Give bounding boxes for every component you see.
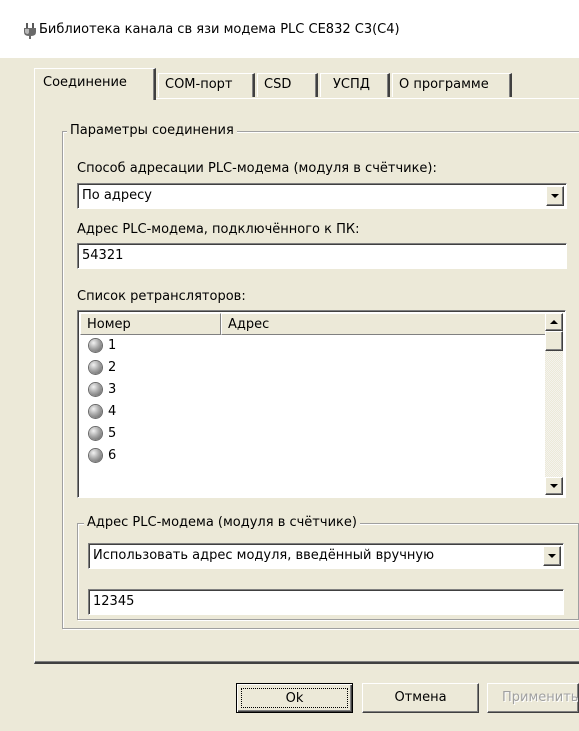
pc-modem-address-label: Адрес PLC-модема, подключённого к ПК: bbox=[77, 222, 360, 237]
status-led-icon bbox=[89, 427, 102, 440]
window-title: Библиотека канала св язи модема PLC CE83… bbox=[39, 22, 400, 37]
status-led-icon bbox=[89, 449, 102, 462]
meter-address-input[interactable]: 12345 bbox=[88, 589, 564, 615]
addressing-method-select[interactable]: По адресу bbox=[77, 183, 567, 209]
addressing-method-value: По адресу bbox=[82, 188, 152, 203]
addressing-method-dropdown-button[interactable] bbox=[546, 186, 564, 206]
repeater-number: 1 bbox=[108, 338, 117, 353]
repeater-number: 6 bbox=[108, 448, 117, 463]
apply-button[interactable]: Применить bbox=[487, 683, 579, 713]
tab-csd[interactable]: CSD bbox=[257, 73, 318, 97]
cancel-button[interactable]: Отмена bbox=[362, 683, 479, 713]
connection-parameters-legend: Параметры соединения bbox=[67, 123, 237, 138]
chevron-down-icon bbox=[548, 554, 556, 558]
repeater-number: 3 bbox=[108, 382, 117, 397]
repeaters-list[interactable]: Номер Адрес 1 2 3 4 5 6 bbox=[77, 310, 566, 498]
status-led-icon bbox=[89, 361, 102, 374]
chevron-down-icon bbox=[550, 484, 558, 488]
pc-modem-address-value: 54321 bbox=[82, 248, 124, 263]
repeaters-list-rows: 1 2 3 4 5 6 bbox=[80, 335, 546, 467]
status-led-icon bbox=[89, 383, 102, 396]
column-header-address[interactable]: Адрес bbox=[221, 313, 546, 335]
repeaters-list-label: Список ретрансляторов: bbox=[77, 289, 246, 304]
status-led-icon bbox=[89, 339, 102, 352]
meter-address-value: 12345 bbox=[93, 594, 135, 609]
repeater-number: 4 bbox=[108, 404, 117, 419]
plug-icon bbox=[24, 23, 36, 39]
tab-uspd[interactable]: УСПД bbox=[320, 73, 390, 97]
repeater-number: 2 bbox=[108, 360, 117, 375]
pc-modem-address-input[interactable]: 54321 bbox=[77, 243, 567, 269]
tab-connection[interactable]: Соединение bbox=[34, 68, 156, 100]
meter-address-mode-value: Использовать адрес модуля, введённый вру… bbox=[93, 548, 435, 563]
list-item[interactable]: 2 bbox=[80, 357, 546, 379]
addressing-method-label: Способ адресации PLC-модема (модуля в сч… bbox=[77, 161, 437, 176]
tab-about[interactable]: О программе bbox=[392, 73, 512, 97]
chevron-up-icon bbox=[550, 320, 558, 324]
repeaters-list-scrollbar[interactable] bbox=[545, 313, 563, 495]
list-item[interactable]: 3 bbox=[80, 379, 546, 401]
meter-address-mode-dropdown-button[interactable] bbox=[543, 546, 561, 566]
list-item[interactable]: 6 bbox=[80, 445, 546, 467]
scroll-up-button[interactable] bbox=[545, 313, 563, 331]
repeaters-list-header: Номер Адрес bbox=[80, 313, 546, 335]
meter-modem-address-legend: Адрес PLC-модема (модуля в счётчике) bbox=[84, 515, 360, 530]
column-header-number[interactable]: Номер bbox=[80, 313, 221, 335]
list-item[interactable]: 4 bbox=[80, 401, 546, 423]
scroll-thumb[interactable] bbox=[545, 331, 563, 351]
repeater-number: 5 bbox=[108, 426, 117, 441]
tab-com-port[interactable]: COM-порт bbox=[158, 73, 255, 97]
list-item[interactable]: 1 bbox=[80, 335, 546, 357]
meter-address-mode-select[interactable]: Использовать адрес модуля, введённый вру… bbox=[88, 543, 564, 569]
ok-button-label: Ok bbox=[241, 688, 348, 708]
chevron-down-icon bbox=[551, 194, 559, 198]
scroll-down-button[interactable] bbox=[545, 477, 563, 495]
title-bar: Библиотека канала св язи модема PLC CE83… bbox=[0, 0, 579, 58]
ok-button[interactable]: Ok bbox=[236, 683, 353, 713]
status-led-icon bbox=[89, 405, 102, 418]
list-item[interactable]: 5 bbox=[80, 423, 546, 445]
